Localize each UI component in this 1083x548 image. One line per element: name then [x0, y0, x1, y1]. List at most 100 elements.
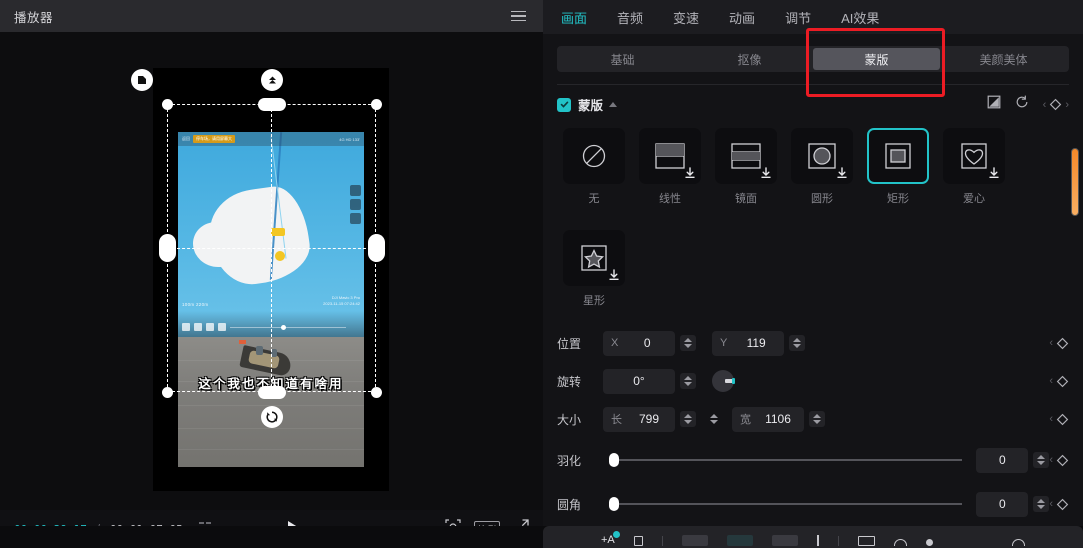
- corner-value[interactable]: 0: [976, 492, 1028, 517]
- keyframe-prev-icon[interactable]: ‹: [1049, 413, 1053, 425]
- subtabs-wrapper: 基础 抠像 蒙版 美颜美体: [543, 34, 1083, 72]
- rotation-stepper[interactable]: [680, 373, 696, 389]
- size-height-field[interactable]: 宽 1106: [732, 407, 804, 432]
- mask-shape-circle[interactable]: 圆形: [791, 128, 853, 206]
- vertical-scrollbar[interactable]: [1071, 148, 1079, 216]
- preview-stage[interactable]: 返回 停车场，请用屏幕大 4G HD 133' 100m 220m DJI Ma…: [0, 32, 543, 510]
- inspector-panel: 画面 音频 变速 动画 调节 AI效果 基础 抠像 蒙版 美颜美体 蒙版: [543, 0, 1083, 548]
- mask-corner-button[interactable]: [131, 69, 153, 91]
- mask-section-header: 蒙版 ‹ ›: [543, 85, 1083, 120]
- handle-top-left[interactable]: [162, 99, 173, 110]
- keyframe-dot-icon[interactable]: [926, 539, 933, 546]
- crop-icon[interactable]: [634, 536, 643, 546]
- corner-slider-knob[interactable]: [609, 497, 619, 511]
- size-width-stepper[interactable]: [680, 411, 696, 427]
- corner-keyframe-control[interactable]: ‹: [1049, 498, 1069, 511]
- tab-picture[interactable]: 画面: [559, 4, 589, 31]
- shape-arc-icon[interactable]: [1012, 539, 1025, 546]
- handle-middle-left[interactable]: [159, 234, 176, 262]
- playhead-icon[interactable]: [817, 535, 819, 546]
- caret-up-icon[interactable]: [609, 102, 617, 107]
- player-panel: 播放器 返回 停车场，请用屏幕大 4G HD 133': [0, 0, 543, 548]
- invert-mask-icon[interactable]: [987, 95, 1001, 114]
- subtab-mask[interactable]: 蒙版: [813, 48, 940, 70]
- feather-stepper[interactable]: [1033, 452, 1049, 468]
- feather-value[interactable]: 0: [976, 448, 1028, 473]
- subtab-basic[interactable]: 基础: [559, 48, 686, 70]
- mask-enable-checkbox[interactable]: [557, 98, 571, 112]
- tab-animation[interactable]: 动画: [727, 4, 757, 31]
- download-icon[interactable]: [684, 167, 696, 179]
- mask-shape-label: 爱心: [943, 190, 1005, 206]
- handle-bottom-left[interactable]: [162, 387, 173, 398]
- keyframe-diamond-icon[interactable]: [1056, 337, 1069, 350]
- mask-shape-linear[interactable]: 线性: [639, 128, 701, 206]
- link-ratio-icon[interactable]: [706, 411, 722, 427]
- clip-chip-1[interactable]: [682, 535, 708, 546]
- corner-slider[interactable]: [609, 503, 962, 505]
- size-width-field[interactable]: 长 799: [603, 407, 675, 432]
- keyframe-control[interactable]: ‹ ›: [1043, 98, 1069, 111]
- download-icon[interactable]: [988, 167, 1000, 179]
- toolbar-divider-2: [838, 536, 839, 546]
- filmstrip-icon[interactable]: [858, 536, 875, 546]
- rotation-dial-icon[interactable]: [712, 370, 734, 392]
- feather-keyframe-control[interactable]: ‹: [1049, 454, 1069, 467]
- clip-chip-2[interactable]: [727, 535, 753, 546]
- tab-adjust[interactable]: 调节: [783, 4, 813, 31]
- handle-top-right[interactable]: [371, 99, 382, 110]
- mask-rotate-button[interactable]: [261, 406, 283, 428]
- mask-shape-star[interactable]: 星形: [563, 230, 625, 308]
- mask-shape-heart[interactable]: 爱心: [943, 128, 1005, 206]
- keyframe-diamond-icon[interactable]: [1056, 413, 1069, 426]
- position-x-field[interactable]: X 0: [603, 331, 675, 356]
- size-height-key: 宽: [740, 411, 751, 427]
- tab-audio[interactable]: 音频: [615, 4, 645, 31]
- position-y-stepper[interactable]: [789, 335, 805, 351]
- position-x-stepper[interactable]: [680, 335, 696, 351]
- download-icon[interactable]: [836, 167, 848, 179]
- audio-wave-icon[interactable]: [894, 539, 907, 546]
- keyframe-diamond-icon[interactable]: [1056, 454, 1069, 467]
- handle-middle-right[interactable]: [368, 234, 385, 262]
- corner-stepper[interactable]: [1033, 496, 1049, 512]
- rotation-keyframe-control[interactable]: ‹: [1049, 375, 1069, 388]
- handle-bottom-center[interactable]: [258, 386, 286, 399]
- add-text-icon[interactable]: +A: [601, 534, 615, 546]
- download-icon[interactable]: [760, 167, 772, 179]
- clip-chip-3[interactable]: [772, 535, 798, 546]
- subtab-keying[interactable]: 抠像: [686, 48, 813, 70]
- keyframe-diamond-icon[interactable]: [1056, 498, 1069, 511]
- keyframe-diamond-icon: [1049, 98, 1062, 111]
- keyframe-prev-icon[interactable]: ‹: [1043, 99, 1047, 111]
- keyframe-diamond-icon[interactable]: [1056, 375, 1069, 388]
- keyframe-prev-icon[interactable]: ‹: [1049, 375, 1053, 387]
- feather-slider-knob[interactable]: [609, 453, 619, 467]
- reset-icon[interactable]: [1015, 95, 1029, 114]
- rotation-field[interactable]: 0°: [603, 369, 675, 394]
- keyframe-next-icon[interactable]: ›: [1065, 99, 1069, 111]
- feather-slider[interactable]: [609, 459, 962, 461]
- heart-mask-icon: [943, 128, 1005, 184]
- position-keyframe-control[interactable]: ‹: [1049, 337, 1069, 350]
- subtab-beauty[interactable]: 美颜美体: [940, 48, 1067, 70]
- keyframe-prev-icon[interactable]: ‹: [1049, 498, 1053, 510]
- handle-top-center[interactable]: [258, 98, 286, 111]
- mask-shape-rectangle[interactable]: 矩形: [867, 128, 929, 206]
- handle-bottom-right[interactable]: [371, 387, 382, 398]
- keyframe-prev-icon[interactable]: ‹: [1049, 337, 1053, 349]
- position-y-field[interactable]: Y 119: [712, 331, 784, 356]
- mask-shape-mirror[interactable]: 镜面: [715, 128, 777, 206]
- size-height-stepper[interactable]: [809, 411, 825, 427]
- tab-speed[interactable]: 变速: [671, 4, 701, 31]
- keyframe-prev-icon[interactable]: ‹: [1049, 454, 1053, 466]
- mask-shape-none[interactable]: 无: [563, 128, 625, 206]
- corner-label: 圆角: [557, 496, 603, 513]
- circle-mask-icon: [791, 128, 853, 184]
- size-height-value: 1106: [760, 412, 796, 426]
- hamburger-icon[interactable]: [508, 8, 529, 25]
- size-keyframe-control[interactable]: ‹: [1049, 413, 1069, 426]
- tab-ai-effect[interactable]: AI效果: [839, 4, 881, 31]
- download-icon[interactable]: [608, 269, 620, 281]
- mask-feather-handle-button[interactable]: [261, 69, 283, 91]
